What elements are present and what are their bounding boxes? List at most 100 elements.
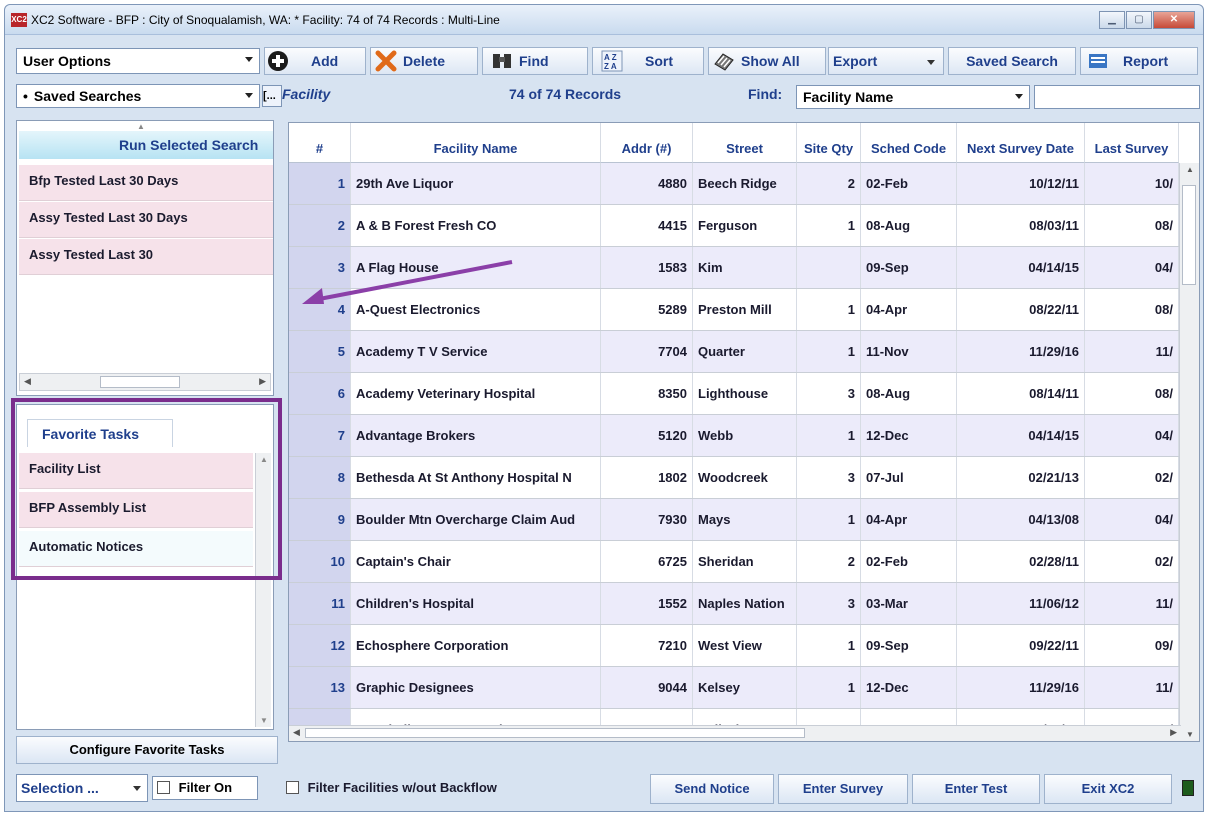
scroll-right-icon[interactable]: ▶ [1170,727,1177,738]
table-row[interactable]: 8 Bethesda At St Anthony Hospital N 1802 Wo… [289,457,1179,499]
site-qty-cell[interactable]: 2 [797,163,861,204]
row-number[interactable]: 8 [289,457,351,498]
sched-code-cell[interactable]: 03-Mar [861,583,957,624]
next-survey-date-cell[interactable]: 08/22/11 [957,289,1085,330]
table-row[interactable]: 12 Echosphere Corporation 7210 West View 1 09… [289,625,1179,667]
table-row[interactable]: 9 Boulder Mtn Overcharge Claim Aud 7930 May… [289,499,1179,541]
close-button[interactable]: ✕ [1153,11,1195,29]
row-number[interactable]: 9 [289,499,351,540]
facility-name-cell[interactable]: 29th Ave Liquor [351,163,601,204]
sched-code-cell[interactable]: 12-Dec [861,415,957,456]
street-cell[interactable]: Mays [693,499,797,540]
facility-name-cell[interactable]: Academy Veterinary Hospital [351,373,601,414]
row-number[interactable]: 13 [289,667,351,708]
column-header-sched-code[interactable]: Sched Code [861,123,957,163]
street-cell[interactable]: Beech Ridge [693,163,797,204]
delete-button[interactable]: Delete [370,47,478,75]
table-row[interactable]: 11 Children's Hospital 1552 Naples Nation 3 0… [289,583,1179,625]
sched-code-cell[interactable]: 02-Feb [861,541,957,582]
site-qty-cell[interactable]: 1 [797,205,861,246]
addr-cell[interactable]: 4880 [601,163,693,204]
column-header-number[interactable]: # [289,123,351,163]
table-row[interactable]: 5 Academy T V Service 7704 Quarter 1 11-Nov 11… [289,331,1179,373]
last-survey-cell[interactable]: 11/ [1085,331,1179,372]
saved-search-item[interactable]: Bfp Tested Last 30 Days [19,165,273,201]
facility-name-cell[interactable]: Echosphere Corporation [351,625,601,666]
maximize-button[interactable]: ▢ [1126,11,1152,29]
site-qty-cell[interactable]: 3 [797,373,861,414]
row-number[interactable]: 5 [289,331,351,372]
scroll-right-icon[interactable]: ▶ [259,376,266,387]
selection-dropdown[interactable]: Selection ... [16,774,148,802]
sched-code-cell[interactable]: 07-Jul [861,457,957,498]
last-survey-cell[interactable]: 04/ [1085,499,1179,540]
scroll-up-icon[interactable]: ▲ [137,122,145,131]
facility-name-cell[interactable]: Advantage Brokers [351,415,601,456]
street-cell[interactable]: Webb [693,415,797,456]
street-cell[interactable]: Preston Mill [693,289,797,330]
find-button[interactable]: Find [482,47,588,75]
find-input[interactable] [1034,85,1200,109]
row-number[interactable]: 2 [289,205,351,246]
scroll-left-icon[interactable]: ◀ [24,376,31,387]
next-survey-date-cell[interactable]: 11/06/12 [957,583,1085,624]
next-survey-date-cell[interactable]: 04/14/15 [957,415,1085,456]
sched-code-cell[interactable]: 11-Nov [861,331,957,372]
scroll-up-icon[interactable]: ▲ [1186,165,1194,174]
addr-cell[interactable]: 8350 [601,373,693,414]
facility-name-cell[interactable]: Captain's Chair [351,541,601,582]
filter-facilities-checkbox[interactable]: Filter Facilities w/out Backflow [286,780,497,795]
scroll-thumb[interactable] [305,728,805,738]
street-cell[interactable]: Lighthouse [693,373,797,414]
addr-cell[interactable]: 5289 [601,289,693,330]
addr-cell[interactable]: 4415 [601,205,693,246]
scroll-thumb[interactable] [100,376,180,388]
sched-code-cell[interactable]: 02-Feb [861,163,957,204]
next-survey-date-cell[interactable]: 10/12/11 [957,163,1085,204]
scroll-left-icon[interactable]: ◀ [293,727,300,738]
exit-button[interactable]: Exit XC2 [1044,774,1172,804]
next-survey-date-cell[interactable]: 08/03/11 [957,205,1085,246]
last-survey-cell[interactable]: 04/ [1085,415,1179,456]
street-cell[interactable]: Woodcreek [693,457,797,498]
grid-vscrollbar[interactable]: ▲ ▼ [1179,163,1199,741]
row-number[interactable]: 6 [289,373,351,414]
table-row[interactable]: 6 Academy Veterinary Hospital 8350 Lighthou… [289,373,1179,415]
sched-code-cell[interactable]: 04-Apr [861,499,957,540]
addr-cell[interactable]: 7930 [601,499,693,540]
site-qty-cell[interactable]: 3 [797,583,861,624]
last-survey-cell[interactable]: 02/ [1085,457,1179,498]
facility-name-cell[interactable]: Academy T V Service [351,331,601,372]
facility-name-cell[interactable]: A & B Forest Fresh CO [351,205,601,246]
last-survey-cell[interactable]: 04/ [1085,247,1179,288]
addr-cell[interactable]: 7210 [601,625,693,666]
sched-code-cell[interactable]: 09-Sep [861,247,957,288]
browse-button[interactable]: [... [262,85,282,107]
table-row[interactable]: 7 Advantage Brokers 5120 Webb 1 12-Dec 04/14/1… [289,415,1179,457]
addr-cell[interactable]: 1583 [601,247,693,288]
report-button[interactable]: Report [1080,47,1198,75]
addr-cell[interactable]: 5120 [601,415,693,456]
next-survey-date-cell[interactable]: 02/21/13 [957,457,1085,498]
user-options-dropdown[interactable]: User Options [16,48,260,74]
show-all-button[interactable]: Show All [708,47,826,75]
next-survey-date-cell[interactable]: 08/14/11 [957,373,1085,414]
row-number[interactable]: 11 [289,583,351,624]
column-header-next-survey-date[interactable]: Next Survey Date [957,123,1085,163]
sched-code-cell[interactable]: 04-Apr [861,289,957,330]
add-button[interactable]: Add [264,47,366,75]
site-qty-cell[interactable]: 1 [797,667,861,708]
site-qty-cell[interactable]: 1 [797,415,861,456]
last-survey-cell[interactable]: 10/ [1085,163,1179,204]
enter-survey-button[interactable]: Enter Survey [778,774,908,804]
street-cell[interactable]: Sheridan [693,541,797,582]
sched-code-cell[interactable]: 09-Sep [861,625,957,666]
last-survey-cell[interactable]: 08/ [1085,289,1179,330]
addr-cell[interactable]: 7704 [601,331,693,372]
next-survey-date-cell[interactable]: 04/13/08 [957,499,1085,540]
row-number[interactable]: 7 [289,415,351,456]
street-cell[interactable]: Ferguson [693,205,797,246]
site-qty-cell[interactable]: 1 [797,625,861,666]
table-row[interactable]: 13 Graphic Designees 9044 Kelsey 1 12-Dec 11/2… [289,667,1179,709]
street-cell[interactable]: Quarter [693,331,797,372]
